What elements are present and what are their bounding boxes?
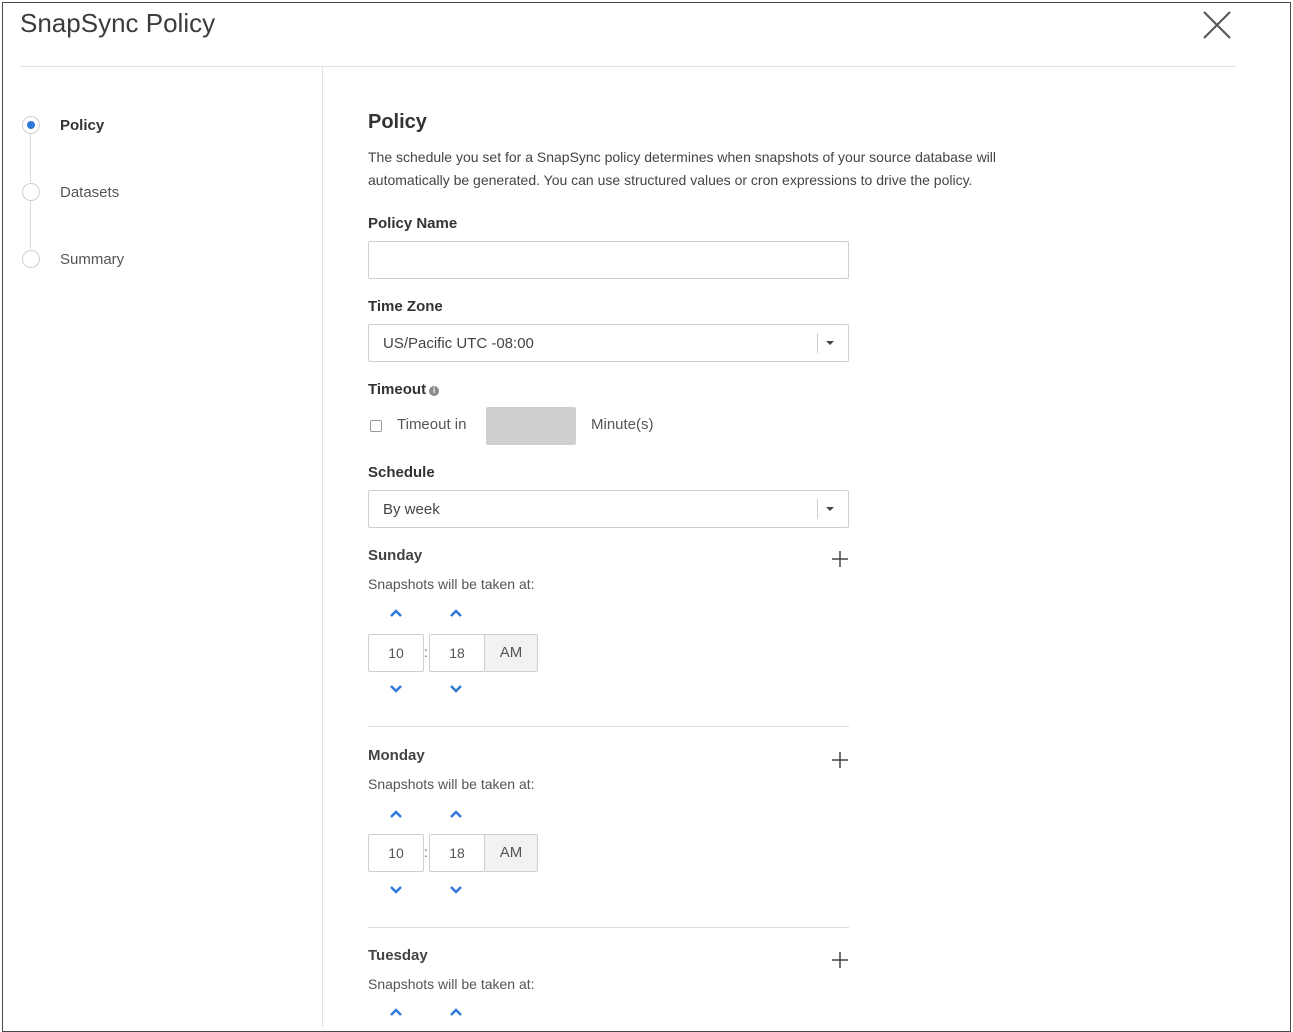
- policy-name-label: Policy Name: [368, 215, 458, 232]
- chevron-up-icon[interactable]: [388, 1006, 404, 1018]
- snapshot-time-label: Snapshots will be taken at:: [368, 976, 535, 992]
- sidebar-divider: [322, 67, 323, 1027]
- add-time-button[interactable]: [830, 750, 850, 770]
- minute-input[interactable]: 18: [429, 634, 485, 672]
- step-label: Datasets: [60, 183, 120, 201]
- chevron-up-icon[interactable]: [388, 808, 404, 820]
- close-button[interactable]: [1200, 8, 1234, 42]
- step-datasets[interactable]: Datasets: [22, 182, 119, 202]
- description-line: automatically be generated. You can use …: [368, 172, 973, 188]
- plus-icon: [832, 752, 848, 768]
- timeout-label-text: Timeout: [368, 381, 427, 398]
- chevron-down-icon: [826, 507, 834, 511]
- schedule-value: By week: [383, 501, 440, 518]
- dialog-title: SnapSync Policy: [20, 8, 216, 38]
- hour-input[interactable]: 10: [368, 834, 424, 872]
- day-divider: [368, 726, 849, 727]
- timeout-unit: Minute(s): [591, 416, 654, 433]
- day-title-sunday: Sunday: [368, 547, 423, 564]
- chevron-down-icon[interactable]: [388, 683, 404, 695]
- step-connector: [30, 201, 31, 249]
- section-heading: Policy: [368, 111, 427, 133]
- chevron-up-icon[interactable]: [448, 607, 464, 619]
- select-separator: [817, 333, 818, 353]
- step-label: Policy: [60, 116, 105, 134]
- chevron-down-icon: [826, 341, 834, 345]
- step-indicator-active: [22, 116, 40, 134]
- description-line: The schedule you set for a SnapSync poli…: [368, 149, 997, 165]
- select-separator: [817, 499, 818, 519]
- timeout-checkbox-label: Timeout in: [397, 416, 467, 433]
- snapshot-time-label: Snapshots will be taken at:: [368, 776, 535, 792]
- day-title-monday: Monday: [368, 747, 425, 764]
- time-colon: :: [424, 844, 428, 860]
- close-icon: [1203, 11, 1231, 39]
- step-indicator: [22, 183, 40, 201]
- add-time-button[interactable]: [830, 549, 850, 569]
- step-label: Summary: [60, 250, 125, 268]
- policy-name-input[interactable]: [368, 241, 849, 279]
- chevron-up-icon[interactable]: [388, 607, 404, 619]
- chevron-up-icon[interactable]: [448, 1006, 464, 1018]
- time-colon: :: [424, 644, 428, 660]
- add-time-button[interactable]: [830, 950, 850, 970]
- step-connector: [30, 134, 31, 182]
- time-zone-select[interactable]: US/Pacific UTC -08:00: [368, 324, 849, 362]
- minute-input[interactable]: 18: [429, 834, 485, 872]
- time-zone-value: US/Pacific UTC -08:00: [383, 335, 534, 352]
- chevron-up-icon[interactable]: [448, 808, 464, 820]
- chevron-down-icon[interactable]: [388, 884, 404, 896]
- schedule-select[interactable]: By week: [368, 490, 849, 528]
- timeout-label: Timeout i: [368, 381, 440, 398]
- header-divider: [20, 66, 1236, 67]
- step-policy[interactable]: Policy: [22, 115, 104, 135]
- day-title-tuesday: Tuesday: [368, 947, 428, 964]
- day-divider: [368, 927, 849, 928]
- chevron-down-icon[interactable]: [448, 683, 464, 695]
- schedule-label: Schedule: [368, 464, 435, 481]
- section-description: The schedule you set for a SnapSync poli…: [368, 146, 1088, 192]
- ampm-toggle[interactable]: AM: [484, 634, 538, 672]
- timeout-checkbox[interactable]: [370, 420, 382, 432]
- plus-icon: [832, 952, 848, 968]
- snapshot-time-label: Snapshots will be taken at:: [368, 576, 535, 592]
- time-zone-label: Time Zone: [368, 298, 443, 315]
- info-icon[interactable]: i: [429, 386, 440, 396]
- step-indicator: [22, 250, 40, 268]
- chevron-down-icon[interactable]: [448, 884, 464, 896]
- step-summary[interactable]: Summary: [22, 249, 124, 269]
- plus-icon: [832, 551, 848, 567]
- hour-input[interactable]: 10: [368, 634, 424, 672]
- ampm-toggle[interactable]: AM: [484, 834, 538, 872]
- timeout-input[interactable]: [486, 407, 576, 445]
